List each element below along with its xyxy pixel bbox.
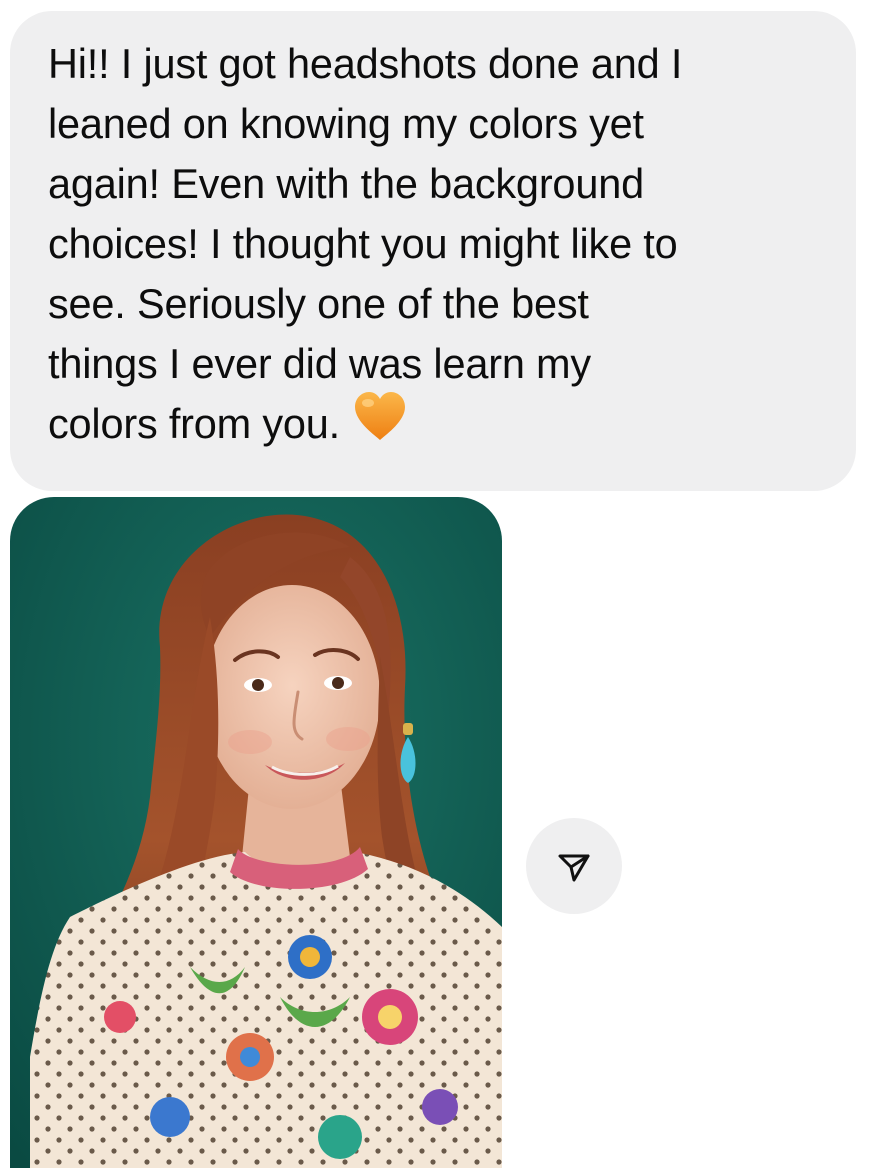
message-thread: Hi!! I just got headshots done and I lean… [0,0,876,1168]
headshot-image [10,497,502,1168]
message-line: see. Seriously one of the best [48,280,589,327]
message-line: again! Even with the background [48,160,644,207]
message-line: colors from you. [48,400,341,447]
photo-attachment[interactable] [10,497,502,1168]
message-line: choices! I thought you might like to [48,220,678,267]
share-button[interactable] [526,818,622,914]
message-line: leaned on knowing my colors yet [48,100,644,147]
message-line: Hi!! I just got headshots done and I [48,40,683,87]
received-message-bubble[interactable]: Hi!! I just got headshots done and I lean… [10,11,856,491]
send-icon [558,854,590,882]
message-text: Hi!! I just got headshots done and I lean… [48,34,820,458]
orange-heart-icon [352,390,408,458]
message-line: things I ever did was learn my [48,340,591,387]
